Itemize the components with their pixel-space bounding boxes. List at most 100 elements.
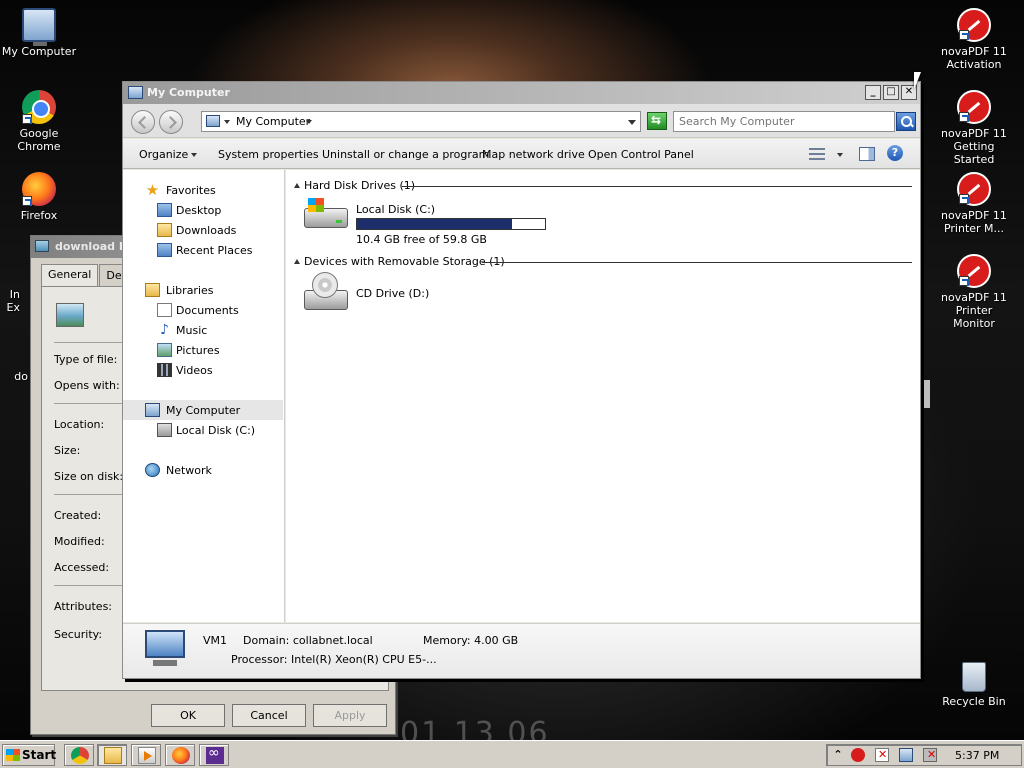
desktop-icon-novapdf-printer-m[interactable]: novaPDF 11 Printer M... <box>935 172 1013 235</box>
libraries-icon <box>145 283 160 297</box>
search-box[interactable] <box>673 111 895 132</box>
address-field[interactable]: My Computer <box>201 111 641 132</box>
chevron-down-icon[interactable] <box>306 120 312 124</box>
tab-general[interactable]: General <box>41 264 99 286</box>
chevron-down-icon[interactable] <box>224 120 230 124</box>
recent-places-icon <box>157 243 172 257</box>
desktop-icon-novapdf-printer-monitor[interactable]: novaPDF 11 Printer Monitor <box>935 254 1013 330</box>
nav-desktop[interactable]: Desktop <box>123 200 283 220</box>
drive-c-name[interactable]: Local Disk (C:) <box>356 203 435 216</box>
image-thumbnail-icon <box>56 303 84 327</box>
search-icon[interactable] <box>896 112 916 131</box>
cancel-button[interactable]: Cancel <box>232 704 306 727</box>
novapdf-tray-icon[interactable] <box>851 748 865 762</box>
nav-favorites[interactable]: ★ Favorites <box>123 180 283 200</box>
minimize-button[interactable]: _ <box>865 85 881 100</box>
desktop-icon-label: novaPDF 11 Printer M... <box>941 209 1007 235</box>
desktop-icon-google-chrome[interactable]: Google Chrome <box>0 90 78 153</box>
system-tray: ⌃ 5:37 PM <box>826 744 1022 766</box>
desktop-icon-firefox[interactable]: Firefox <box>0 172 78 222</box>
field-label: Accessed: <box>54 561 110 574</box>
clock[interactable]: 5:37 PM <box>955 749 999 762</box>
shortcut-arrow-icon <box>959 194 969 204</box>
desktop-icon-my-computer[interactable]: My Computer <box>0 8 78 58</box>
system-properties-button[interactable]: System properties <box>218 148 319 161</box>
field-label: Size: <box>54 444 81 457</box>
apply-button[interactable]: Apply <box>313 704 387 727</box>
search-input[interactable] <box>674 112 884 131</box>
nav-downloads[interactable]: Downloads <box>123 220 283 240</box>
chrome-icon <box>22 90 56 124</box>
address-history-dropdown[interactable] <box>628 120 636 125</box>
desktop-icon-partial-download[interactable]: do <box>0 370 28 383</box>
my-computer-icon <box>145 403 160 417</box>
hard-drive-icon[interactable] <box>302 194 350 234</box>
map-network-drive-button[interactable]: Map network drive <box>482 148 585 161</box>
taskbar-firefox[interactable] <box>165 744 195 766</box>
nav-my-computer[interactable]: My Computer <box>123 400 283 420</box>
taskbar-media-player[interactable] <box>131 744 161 766</box>
nav-label: Libraries <box>166 284 214 297</box>
explorer-window: My Computer _ □ ✕ My Computer Organize S… <box>122 81 921 679</box>
nav-videos[interactable]: Videos <box>123 360 283 380</box>
nav-label: Local Disk (C:) <box>176 424 256 437</box>
uninstall-program-button[interactable]: Uninstall or change a program <box>322 148 489 161</box>
computer-icon <box>143 630 187 668</box>
explorer-titlebar[interactable]: My Computer _ □ ✕ <box>123 82 920 104</box>
view-options-icon[interactable] <box>809 147 825 161</box>
star-icon: ★ <box>145 181 160 199</box>
nav-label: Downloads <box>176 224 237 237</box>
maximize-button[interactable]: □ <box>883 85 899 100</box>
nav-documents[interactable]: Documents <box>123 300 283 320</box>
desktop-icon-novapdf-getting-started[interactable]: novaPDF 11 Getting Started <box>935 90 1013 166</box>
start-button[interactable]: Start <box>2 744 56 766</box>
open-control-panel-button[interactable]: Open Control Panel <box>588 148 694 161</box>
address-bar: My Computer <box>123 104 920 138</box>
desktop-icon-novapdf-activation[interactable]: novaPDF 11 Activation <box>935 8 1013 71</box>
help-icon[interactable]: ? <box>887 145 903 161</box>
processor-info: Processor: Intel(R) Xeon(R) CPU E5-... <box>231 653 437 666</box>
navigation-pane: ★ Favorites Desktop Downloads Recent Pla… <box>123 170 285 622</box>
nav-pictures[interactable]: Pictures <box>123 340 283 360</box>
desktop-icon-label: novaPDF 11 Getting Started <box>941 127 1007 166</box>
volume-muted-icon[interactable] <box>923 748 937 762</box>
ok-button[interactable]: OK <box>151 704 225 727</box>
organize-button[interactable]: Organize <box>139 148 188 161</box>
drive-c-free-space: 10.4 GB free of 59.8 GB <box>356 233 487 246</box>
window-title: My Computer <box>147 86 230 99</box>
drive-d-name[interactable]: CD Drive (D:) <box>356 287 429 300</box>
nav-label: My Computer <box>166 404 241 417</box>
drive-c-usage-bar <box>356 218 546 230</box>
desktop-icon-label: In <box>9 288 20 301</box>
address-text: My Computer <box>236 115 311 128</box>
action-center-icon[interactable] <box>875 748 889 762</box>
chevron-down-icon[interactable] <box>837 153 843 157</box>
desktop-icon-label: Google Chrome <box>17 127 61 153</box>
desktop-icon-recycle-bin[interactable]: Recycle Bin <box>935 662 1013 708</box>
refresh-button[interactable] <box>647 112 667 130</box>
chevron-down-icon[interactable] <box>191 153 197 157</box>
mouse-cursor-icon <box>914 72 921 90</box>
preview-pane-icon[interactable] <box>859 147 875 161</box>
nav-music[interactable]: ♪ Music <box>123 320 283 340</box>
nav-local-disk[interactable]: Local Disk (C:) <box>123 420 283 440</box>
novapdf-icon <box>957 90 991 124</box>
taskbar-explorer[interactable] <box>97 744 127 766</box>
taskbar-visual-studio[interactable] <box>199 744 229 766</box>
collapse-icon <box>294 183 300 188</box>
show-hidden-icons-icon[interactable]: ⌃ <box>831 748 845 762</box>
cd-drive-icon[interactable] <box>302 272 350 312</box>
forward-button[interactable] <box>159 110 183 134</box>
documents-icon <box>157 303 172 317</box>
back-button[interactable] <box>131 110 155 134</box>
taskbar-chrome[interactable] <box>64 744 94 766</box>
field-label: Type of file: <box>54 353 118 366</box>
nav-recent-places[interactable]: Recent Places <box>123 240 283 260</box>
field-label: Modified: <box>54 535 105 548</box>
music-icon: ♪ <box>160 322 169 338</box>
nav-network[interactable]: Network <box>123 460 283 480</box>
chrome-icon <box>71 747 89 764</box>
network-tray-icon[interactable] <box>899 748 913 762</box>
desktop-icon-partial-ie[interactable]: In Ex <box>0 288 20 314</box>
nav-libraries[interactable]: Libraries <box>123 280 283 300</box>
